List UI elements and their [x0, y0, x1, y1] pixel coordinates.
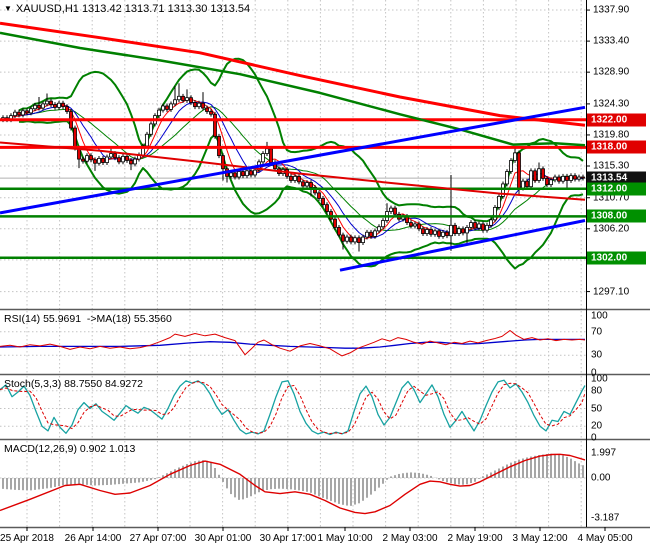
macd-scale-label: 0.00 [591, 472, 611, 484]
rsi-panel[interactable] [0, 330, 586, 357]
resistance-line-badge: 1318.00 [587, 140, 646, 154]
rsi-scale-label: 30 [591, 349, 603, 361]
time-axis-label: 2 May 19:00 [447, 533, 503, 544]
price-axis-label: 1319.80 [593, 129, 630, 141]
time-axis-label: 27 Apr 07:00 [129, 533, 187, 544]
macd-scale-label: 1.997 [591, 447, 617, 459]
resistance-line-badge: 1322.00 [587, 113, 646, 127]
time-axis-label: 4 May 05:00 [577, 533, 633, 544]
stoch-scale-label: 100 [591, 373, 608, 385]
chart-canvas [0, 0, 650, 531]
price-axis-label: 1333.40 [593, 35, 630, 47]
stoch-scale-label: 50 [591, 403, 603, 414]
time-axis-label: 1 May 10:00 [317, 533, 373, 544]
main-price-panel[interactable] [0, 21, 586, 272]
stoch-scale-label: 20 [591, 420, 603, 432]
time-axis-label: 25 Apr 2018 [0, 533, 54, 544]
price-axis-label: 1315.30 [593, 160, 630, 172]
time-axis-label: 2 May 03:00 [382, 533, 438, 544]
macd-indicator-label: MACD(12,26,9) 0.902 1.013 [4, 443, 136, 455]
symbol-ohlc-text: XAUUSD,H1 1313.42 1313.71 1313.30 1313.5… [15, 3, 251, 15]
stoch-scale-label: 80 [591, 385, 603, 397]
price-axis-label: 1337.90 [593, 4, 630, 16]
price-axis-label: 1324.30 [593, 98, 630, 110]
price-axis-label: 1306.20 [593, 223, 630, 235]
trading-chart-window: ▼ XAUUSD,H1 1313.42 1313.71 1313.30 1313.… [0, 0, 650, 550]
support-line-badge: 1312.00 [587, 182, 646, 196]
rsi-scale-label: 70 [591, 326, 603, 338]
rsi-indicator-label: RSI(14) 55.9691 ->MA(18) 55.3560 [4, 313, 172, 325]
time-axis-label: 30 Apr 17:00 [259, 533, 317, 544]
support-line-badge: 1308.00 [587, 209, 646, 223]
symbol-dropdown-icon[interactable]: ▼ [4, 4, 12, 13]
chart-title: ▼ XAUUSD,H1 1313.42 1313.71 1313.30 1313.… [4, 3, 250, 15]
time-axis-label: 30 Apr 01:00 [194, 533, 252, 544]
stoch-indicator-label: Stoch(5,3,3) 88.7550 84.9272 [4, 378, 143, 390]
support-line-badge: 1302.00 [587, 251, 646, 265]
stoch-scale-label: 0 [591, 432, 597, 444]
price-axis-label: 1297.10 [593, 286, 630, 298]
time-axis-label: 3 May 12:00 [512, 533, 568, 544]
price-axis-label: 1328.90 [593, 66, 630, 78]
macd-panel[interactable] [0, 453, 586, 515]
macd-scale-label: -3.187 [591, 512, 620, 524]
time-axis-label: 26 Apr 14:00 [64, 533, 122, 544]
rsi-scale-label: 100 [591, 310, 608, 322]
